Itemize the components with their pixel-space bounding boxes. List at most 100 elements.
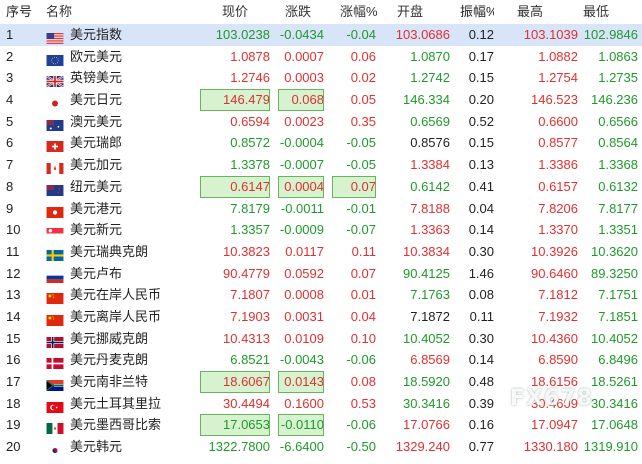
low-value: 7.1851 [598,308,638,324]
row-index: 20 [6,439,21,455]
table-row[interactable]: 11 美元瑞典克朗 10.3823 0.0117 0.11 10.3834 0.30 10.3… [0,241,642,263]
price-value: 90.4779 [223,265,270,281]
high-value: 0.8577 [538,135,578,151]
instrument-name-cell: 纽元美元 [46,176,196,198]
high-value: 6.8590 [538,352,578,368]
open-value: 10.3834 [403,243,450,259]
instrument-name-cell: 美元墨西哥比索 [46,414,196,436]
table-row[interactable]: 14 美元离岸人民币 7.1903 0.0031 0.04 7.1872 0.11 7.193… [0,306,642,328]
instrument-name: 美元瑞郎 [70,135,123,151]
table-row[interactable]: 5 澳元美元 0.6594 0.0023 0.35 0.6569 0.52 0.6600 0.6… [0,111,642,133]
price-value: 1.3357 [230,222,270,238]
row-index: 7 [6,157,14,173]
row-index: 1 [6,27,14,42]
low-value: 7.8177 [598,200,638,216]
price-value: 146.479 [200,89,270,111]
flag-icon-hk [46,203,66,218]
change-value: -0.0434 [279,27,324,42]
row-index: 8 [6,178,14,194]
price-value: 0.8572 [230,135,270,151]
flag-icon-jp [46,94,66,110]
table-row[interactable]: 7 美元加元 1.3378 -0.0007 -0.05 1.3384 0.13 1.3386 1… [0,154,642,176]
table-row[interactable]: 20 美元韩元 1322.7800 -6.6400 -0.50 1329.240 0.77 1… [0,436,642,458]
header-low[interactable]: 最低 [583,0,642,24]
change-pct-value: 0.53 [350,395,376,411]
high-value: 1.2754 [538,70,578,86]
header-index[interactable]: 序号 [6,0,36,24]
table-row[interactable]: 9 美元港元 7.8179 -0.0011 -0.01 7.8188 0.04 7.8206 7… [0,198,642,220]
high-value: 7.1812 [538,287,578,303]
header-change-pct[interactable]: 涨幅% [340,0,384,24]
row-index: 12 [6,265,21,281]
table-row[interactable]: 13 美元在岸人民币 7.1807 0.0008 0.01 7.1763 0.08 7.181… [0,284,642,306]
table-row[interactable]: 16 美元丹麦克朗 6.8521 -0.0043 -0.06 6.8569 0.14 6.85… [0,349,642,371]
amplitude-value: 0.77 [468,439,494,455]
high-value: 0.6157 [538,178,578,194]
price-value: 1.2746 [230,70,270,86]
high-value: 7.8206 [538,200,578,216]
flag-icon-no [46,333,66,348]
open-value: 6.8569 [410,352,450,368]
table-row[interactable]: 10 美元新元 1.3357 -0.0009 -0.07 1.3363 0.14 1.3370… [0,219,642,241]
header-high[interactable]: 最高 [517,0,585,24]
flag-icon-ru [46,268,66,283]
header-price[interactable]: 现价 [222,0,292,24]
table-row[interactable]: 4 美元日元 146.479 0.068 0.05 146.334 0.20 146.523 1… [0,89,642,111]
amplitude-value: 0.48 [468,374,494,389]
change-value: 0.0592 [284,265,324,281]
instrument-name: 美元港元 [70,200,123,216]
table-row[interactable]: 3 英镑美元 1.2746 0.0003 0.02 1.2742 0.15 1.2754 1.2… [0,67,642,89]
row-index: 10 [6,222,21,238]
header-amplitude[interactable]: 振幅% [460,0,494,24]
table-row[interactable]: 8 纽元美元 0.6147 0.0004 0.07 0.6142 0.41 0.6157 0.6… [0,175,642,198]
flag-icon-us [46,29,66,44]
instrument-name: 美元挪威克朗 [70,330,149,346]
instrument-name-cell: 美元在岸人民币 [46,284,196,306]
flag-icon-tr [46,398,66,413]
price-value: 103.0238 [215,27,270,42]
low-value: 10.3620 [591,243,638,259]
instrument-name: 美元离岸人民币 [70,308,162,324]
instrument-name: 美元土耳其里拉 [70,395,162,411]
instrument-name-cell: 美元土耳其里拉 [46,393,196,415]
price-value: 1.3378 [230,157,270,173]
table-row[interactable]: 2 欧元美元 1.0878 0.0007 0.06 1.0870 0.17 1.0882 1.0… [0,46,642,68]
price-value: 0.6594 [230,113,270,129]
open-value: 0.6142 [410,178,450,194]
change-pct-value: 0.07 [332,175,376,198]
table-row[interactable]: 1 美元指数 103.0238 -0.0434 -0.04 103.0686 0.12 103… [0,24,642,46]
header-change[interactable]: 涨跌 [285,0,331,24]
instrument-name-cell: 美元瑞典克朗 [46,241,196,263]
amplitude-value: 0.52 [468,113,494,129]
price-value: 7.8179 [230,200,270,216]
row-index: 19 [6,417,21,433]
flag-icon-ch [46,137,66,153]
table-row[interactable]: 6 美元瑞郎 0.8572 -0.0004 -0.05 0.8576 0.15 0.8577 0… [0,132,642,154]
change-value: 0.1600 [284,395,324,411]
change-pct-value: -0.07 [346,222,376,238]
open-value: 146.334 [403,92,450,108]
table-row[interactable]: 12 美元卢布 90.4779 0.0592 0.07 90.4125 1.46 90.646… [0,263,642,285]
change-pct-value: 0.35 [350,113,376,129]
price-value: 30.4494 [223,395,270,411]
change-value: 0.0143 [278,371,324,393]
open-value: 0.8576 [410,135,450,151]
change-value: 0.0003 [284,70,324,86]
open-value: 1.2742 [410,70,450,86]
header-open[interactable]: 开盘 [397,0,461,24]
row-index: 15 [6,330,21,346]
table-row[interactable]: 19 美元墨西哥比索 17.0653 -0.0110 -0.06 17.0766 0.16 1… [0,414,642,437]
amplitude-value: 0.15 [468,135,494,151]
amplitude-value: 0.14 [468,352,494,368]
instrument-name-cell: 美元离岸人民币 [46,306,196,328]
open-value: 1.3384 [410,157,450,173]
table-row[interactable]: 15 美元挪威克朗 10.4313 0.0109 0.10 10.4052 0.30 10.4… [0,328,642,350]
flag-icon-au [46,116,66,131]
row-index: 11 [6,243,20,259]
change-value: -0.0043 [279,352,324,368]
instrument-name-cell: 美元卢布 [46,263,196,285]
amplitude-value: 0.08 [468,287,494,303]
change-value: 0.0109 [284,330,324,346]
header-name[interactable]: 名称 [46,0,196,24]
low-value: 146.236 [591,92,638,108]
